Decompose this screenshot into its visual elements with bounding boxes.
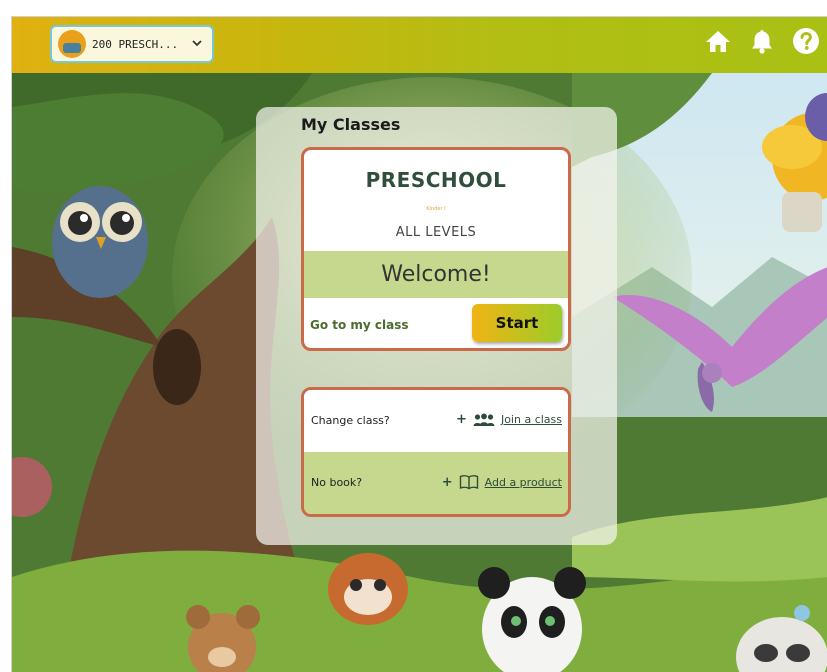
no-book-label: No book? [311,476,363,489]
book-icon [459,474,479,490]
red-panda-illustration [328,553,408,625]
no-book-row: No book? + Add a product [304,452,568,514]
home-icon[interactable] [704,27,732,55]
change-class-row: Change class? + Join a class [304,390,568,452]
group-users-icon [473,413,495,427]
join-class-link[interactable]: Join a class [501,413,562,426]
panda-illustration [478,567,586,672]
owl-illustration [52,186,148,298]
bell-icon[interactable] [748,27,776,55]
join-class-action[interactable]: + Join a class [456,412,562,427]
plus-icon: + [456,412,467,427]
class-name: PRESCHOOL [365,168,507,192]
class-subtitle: Kinder I [426,206,446,212]
add-product-link[interactable]: Add a product [485,476,562,489]
panel-title: My Classes [301,115,401,134]
class-card: PRESCHOOL Kinder I ALL LEVELS Welcome! G… [301,147,571,351]
my-classes-panel: My Classes PRESCHOOL Kinder I ALL LEVELS… [256,107,617,545]
class-selector-value: 200 PRESCH... [92,37,179,51]
teddy-bear-illustration [186,605,260,672]
class-avatar [58,30,86,58]
plus-icon: + [441,474,453,490]
header-icons [704,27,820,55]
go-to-class-label: Go to my class [310,318,409,332]
help-icon[interactable] [792,27,820,55]
class-options-card: Change class? + Join a class No book? + … [301,387,571,517]
start-button[interactable]: Start [472,304,562,342]
top-header-bar: 200 PRESCH... [12,17,827,73]
welcome-banner: Welcome! [304,251,568,298]
class-selector-dropdown[interactable]: 200 PRESCH... [50,25,214,63]
change-class-label: Change class? [311,414,390,427]
chevron-down-icon [192,39,202,50]
class-level: ALL LEVELS [395,225,477,240]
add-product-action[interactable]: + Add a product [442,474,562,490]
app-viewport: 200 PRESCH... My Classes PRESCHOOL Kinde… [11,16,827,672]
